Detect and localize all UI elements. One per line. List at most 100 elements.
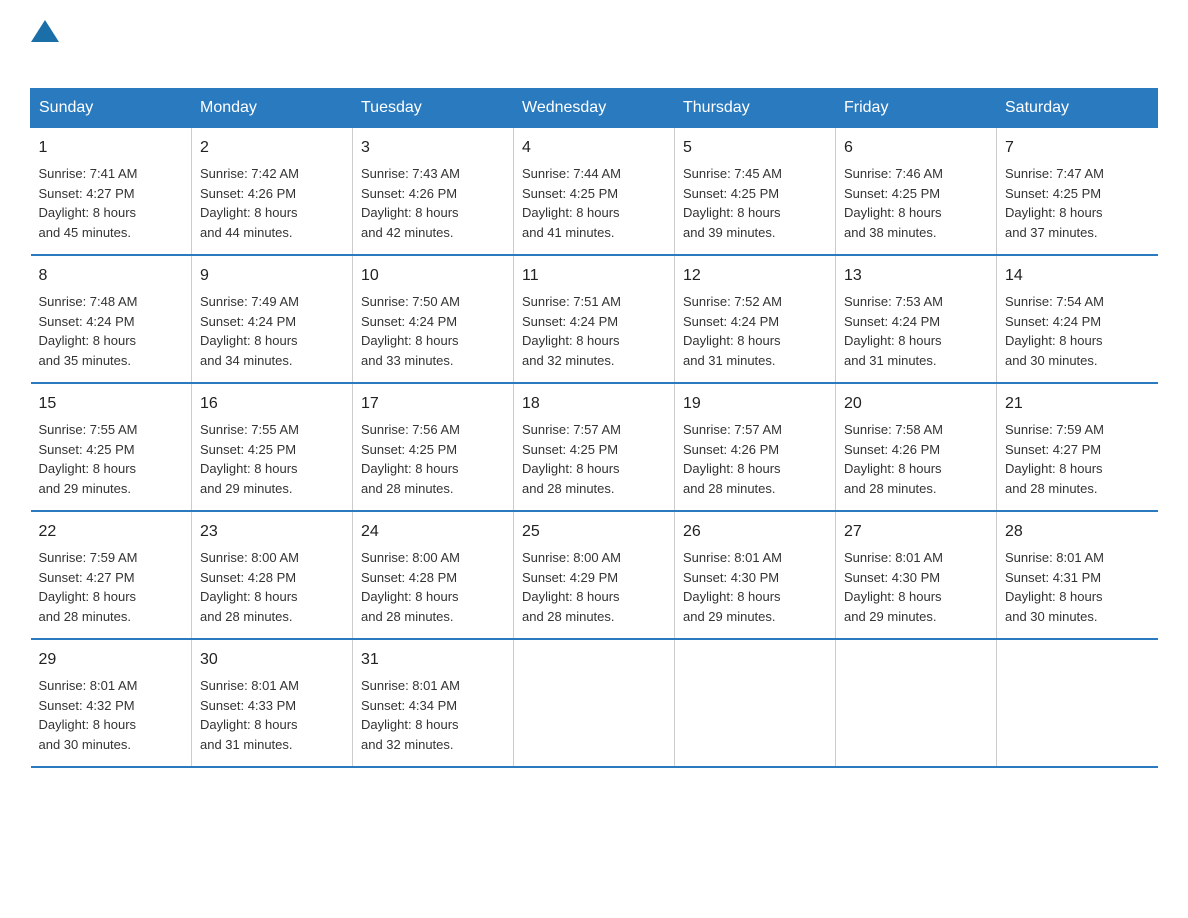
day-number: 1 [39, 136, 184, 160]
day-number: 5 [683, 136, 827, 160]
calendar-cell: 13 Sunrise: 7:53 AMSunset: 4:24 PMDayligh… [836, 255, 997, 383]
day-info: Sunrise: 7:55 AMSunset: 4:25 PMDaylight:… [39, 422, 138, 496]
calendar-cell: 2Sunrise: 7:42 AMSunset: 4:26 PMDaylight… [192, 128, 353, 256]
weekday-header-friday: Friday [836, 89, 997, 128]
day-info: Sunrise: 7:59 AMSunset: 4:27 PMDaylight:… [39, 550, 138, 624]
day-info: Sunrise: 7:46 AMSunset: 4:25 PMDaylight:… [844, 166, 943, 240]
calendar-cell: 25 Sunrise: 8:00 AMSunset: 4:29 PMDayligh… [514, 511, 675, 639]
calendar-cell [997, 639, 1158, 767]
weekday-header-thursday: Thursday [675, 89, 836, 128]
day-info: Sunrise: 7:45 AMSunset: 4:25 PMDaylight:… [683, 166, 782, 240]
calendar-cell: 23 Sunrise: 8:00 AMSunset: 4:28 PMDayligh… [192, 511, 353, 639]
day-number: 8 [39, 264, 184, 288]
calendar-cell: 29Sunrise: 8:01 AMSunset: 4:32 PMDayligh… [31, 639, 192, 767]
day-info: Sunrise: 7:51 AMSunset: 4:24 PMDaylight:… [522, 294, 621, 368]
calendar-week-2: 8 Sunrise: 7:48 AMSunset: 4:24 PMDaylight… [31, 255, 1158, 383]
calendar-cell: 10Sunrise: 7:50 AMSunset: 4:24 PMDayligh… [353, 255, 514, 383]
calendar-cell: 22 Sunrise: 7:59 AMSunset: 4:27 PMDayligh… [31, 511, 192, 639]
weekday-header-wednesday: Wednesday [514, 89, 675, 128]
day-number: 3 [361, 136, 505, 160]
calendar-cell: 31 Sunrise: 8:01 AMSunset: 4:34 PMDayligh… [353, 639, 514, 767]
calendar-cell: 7 Sunrise: 7:47 AMSunset: 4:25 PMDaylight… [997, 128, 1158, 256]
weekday-header-monday: Monday [192, 89, 353, 128]
day-number: 24 [361, 520, 505, 544]
calendar-cell: 17 Sunrise: 7:56 AMSunset: 4:25 PMDayligh… [353, 383, 514, 511]
weekday-header-sunday: Sunday [31, 89, 192, 128]
day-number: 13 [844, 264, 988, 288]
calendar-cell: 14 Sunrise: 7:54 AMSunset: 4:24 PMDayligh… [997, 255, 1158, 383]
calendar-cell: 28 Sunrise: 8:01 AMSunset: 4:31 PMDayligh… [997, 511, 1158, 639]
day-info: Sunrise: 7:48 AMSunset: 4:24 PMDaylight:… [39, 294, 138, 368]
calendar-cell: 15 Sunrise: 7:55 AMSunset: 4:25 PMDayligh… [31, 383, 192, 511]
day-info: Sunrise: 7:54 AMSunset: 4:24 PMDaylight:… [1005, 294, 1104, 368]
day-info: Sunrise: 7:56 AMSunset: 4:25 PMDaylight:… [361, 422, 460, 496]
day-number: 27 [844, 520, 988, 544]
day-number: 15 [39, 392, 184, 416]
day-info: Sunrise: 8:01 AMSunset: 4:30 PMDaylight:… [844, 550, 943, 624]
day-info: Sunrise: 8:01 AMSunset: 4:31 PMDaylight:… [1005, 550, 1104, 624]
day-number: 25 [522, 520, 666, 544]
calendar-cell [675, 639, 836, 767]
day-number: 20 [844, 392, 988, 416]
day-number: 18 [522, 392, 666, 416]
day-number: 21 [1005, 392, 1150, 416]
calendar-cell: 3 Sunrise: 7:43 AMSunset: 4:26 PMDaylight… [353, 128, 514, 256]
day-info: Sunrise: 7:52 AMSunset: 4:24 PMDaylight:… [683, 294, 782, 368]
calendar-cell: 9 Sunrise: 7:49 AMSunset: 4:24 PMDaylight… [192, 255, 353, 383]
calendar-cell: 21 Sunrise: 7:59 AMSunset: 4:27 PMDayligh… [997, 383, 1158, 511]
calendar-cell [514, 639, 675, 767]
calendar-week-3: 15 Sunrise: 7:55 AMSunset: 4:25 PMDayligh… [31, 383, 1158, 511]
calendar-cell: 1 Sunrise: 7:41 AMSunset: 4:27 PMDaylight… [31, 128, 192, 256]
day-info: Sunrise: 7:59 AMSunset: 4:27 PMDaylight:… [1005, 422, 1104, 496]
day-info: Sunrise: 7:49 AMSunset: 4:24 PMDaylight:… [200, 294, 299, 368]
calendar-cell: 11 Sunrise: 7:51 AMSunset: 4:24 PMDayligh… [514, 255, 675, 383]
day-number: 4 [522, 136, 666, 160]
day-number: 6 [844, 136, 988, 160]
day-number: 9 [200, 264, 344, 288]
calendar-week-1: 1 Sunrise: 7:41 AMSunset: 4:27 PMDaylight… [31, 128, 1158, 256]
calendar-cell: 30 Sunrise: 8:01 AMSunset: 4:33 PMDayligh… [192, 639, 353, 767]
day-number: 11 [522, 264, 666, 288]
calendar-cell [836, 639, 997, 767]
day-info: Sunrise: 8:00 AMSunset: 4:28 PMDaylight:… [361, 550, 460, 624]
calendar-cell: 8 Sunrise: 7:48 AMSunset: 4:24 PMDaylight… [31, 255, 192, 383]
calendar-cell: 27 Sunrise: 8:01 AMSunset: 4:30 PMDayligh… [836, 511, 997, 639]
day-number: 29 [39, 648, 184, 672]
calendar-cell: 6 Sunrise: 7:46 AMSunset: 4:25 PMDaylight… [836, 128, 997, 256]
day-number: 12 [683, 264, 827, 288]
day-info: Sunrise: 8:01 AMSunset: 4:34 PMDaylight:… [361, 678, 460, 752]
day-info: Sunrise: 8:01 AMSunset: 4:33 PMDaylight:… [200, 678, 299, 752]
day-info: Sunrise: 7:57 AMSunset: 4:26 PMDaylight:… [683, 422, 782, 496]
day-number: 7 [1005, 136, 1150, 160]
day-info: Sunrise: 7:50 AMSunset: 4:24 PMDaylight:… [361, 294, 460, 368]
day-number: 23 [200, 520, 344, 544]
page-header [30, 20, 1158, 68]
calendar-week-5: 29Sunrise: 8:01 AMSunset: 4:32 PMDayligh… [31, 639, 1158, 767]
day-number: 16 [200, 392, 344, 416]
day-info: Sunrise: 7:43 AMSunset: 4:26 PMDaylight:… [361, 166, 460, 240]
day-number: 17 [361, 392, 505, 416]
calendar-week-4: 22 Sunrise: 7:59 AMSunset: 4:27 PMDayligh… [31, 511, 1158, 639]
day-info: Sunrise: 7:57 AMSunset: 4:25 PMDaylight:… [522, 422, 621, 496]
day-number: 2 [200, 136, 344, 160]
day-info: Sunrise: 8:00 AMSunset: 4:29 PMDaylight:… [522, 550, 621, 624]
calendar-cell: 4 Sunrise: 7:44 AMSunset: 4:25 PMDaylight… [514, 128, 675, 256]
logo [30, 20, 60, 68]
day-info: Sunrise: 7:44 AMSunset: 4:25 PMDaylight:… [522, 166, 621, 240]
day-info: Sunrise: 7:55 AMSunset: 4:25 PMDaylight:… [200, 422, 299, 496]
day-info: Sunrise: 7:58 AMSunset: 4:26 PMDaylight:… [844, 422, 943, 496]
day-number: 14 [1005, 264, 1150, 288]
weekday-header-tuesday: Tuesday [353, 89, 514, 128]
day-info: Sunrise: 8:00 AMSunset: 4:28 PMDaylight:… [200, 550, 299, 624]
day-info: Sunrise: 7:53 AMSunset: 4:24 PMDaylight:… [844, 294, 943, 368]
day-info: Sunrise: 7:41 AMSunset: 4:27 PMDaylight:… [39, 166, 138, 240]
day-number: 22 [39, 520, 184, 544]
day-number: 30 [200, 648, 344, 672]
calendar-cell: 5 Sunrise: 7:45 AMSunset: 4:25 PMDaylight… [675, 128, 836, 256]
day-number: 26 [683, 520, 827, 544]
day-info: Sunrise: 8:01 AMSunset: 4:30 PMDaylight:… [683, 550, 782, 624]
day-number: 31 [361, 648, 505, 672]
day-number: 28 [1005, 520, 1150, 544]
day-info: Sunrise: 7:47 AMSunset: 4:25 PMDaylight:… [1005, 166, 1104, 240]
calendar-header: SundayMondayTuesdayWednesdayThursdayFrid… [31, 89, 1158, 128]
